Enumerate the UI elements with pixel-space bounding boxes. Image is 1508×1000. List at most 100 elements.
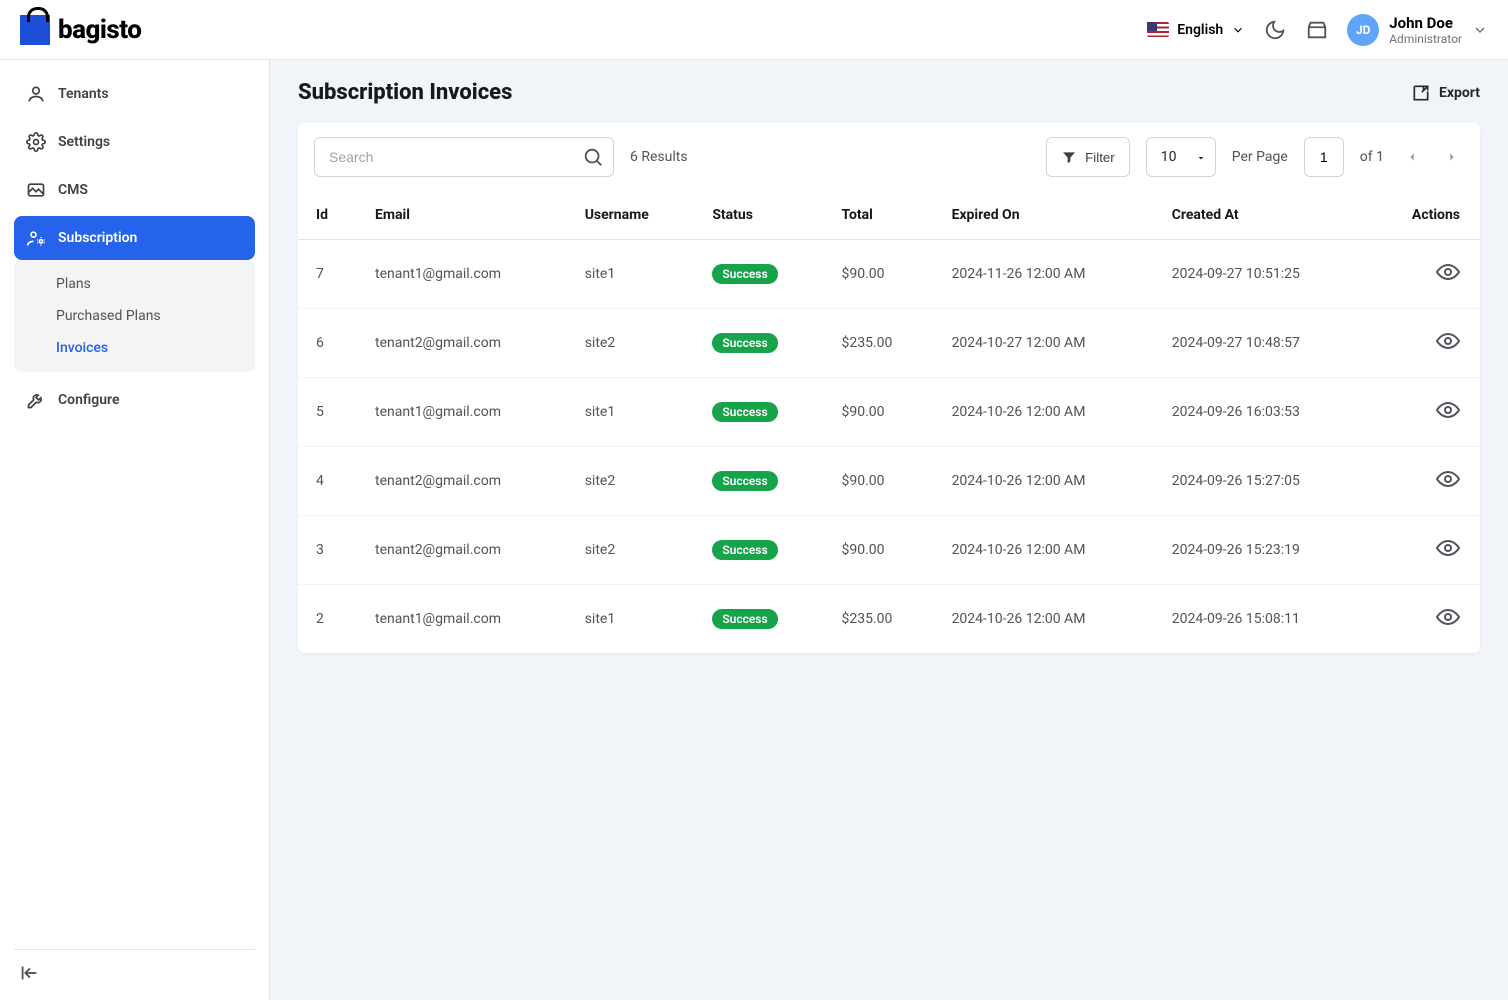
page-size-select[interactable]: 10 <box>1146 137 1216 177</box>
cell-actions <box>1368 378 1480 447</box>
page-title: Subscription Invoices <box>298 80 512 105</box>
cell-total: $90.00 <box>826 447 936 516</box>
eye-icon <box>1436 467 1460 491</box>
cell-id: 2 <box>298 585 359 654</box>
bag-icon <box>20 15 50 45</box>
cell-username: site2 <box>569 447 697 516</box>
visit-store-button[interactable] <box>1305 18 1329 42</box>
col-total[interactable]: Total <box>826 191 936 240</box>
export-label: Export <box>1439 85 1480 101</box>
subnav-item-invoices[interactable]: Invoices <box>18 332 251 364</box>
col-status[interactable]: Status <box>696 191 825 240</box>
brand-name: bagisto <box>58 15 141 45</box>
cell-username: site1 <box>569 378 697 447</box>
collapse-icon <box>18 962 40 984</box>
view-button[interactable] <box>1436 467 1460 491</box>
sidebar-item-configure[interactable]: Configure <box>14 378 255 422</box>
language-switcher[interactable]: English <box>1147 22 1245 38</box>
cell-email: tenant1@gmail.com <box>359 585 569 654</box>
cell-status: Success <box>696 309 825 378</box>
eye-icon <box>1436 260 1460 284</box>
caret-down-icon <box>1195 152 1207 164</box>
col-email[interactable]: Email <box>359 191 569 240</box>
eye-icon <box>1436 329 1460 353</box>
cell-status: Success <box>696 447 825 516</box>
cell-expired: 2024-11-26 12:00 AM <box>936 240 1156 309</box>
search-icon[interactable] <box>582 146 604 168</box>
subnav-item-purchased-plans[interactable]: Purchased Plans <box>18 300 251 332</box>
prev-page-button[interactable] <box>1400 145 1424 169</box>
search-input[interactable] <box>314 137 614 177</box>
storefront-icon <box>1306 19 1328 41</box>
status-badge: Success <box>712 540 777 560</box>
image-icon <box>26 180 46 200</box>
user-role: Administrator <box>1389 32 1462 46</box>
sidebar-item-subscription[interactable]: Subscription <box>14 216 255 260</box>
cell-actions <box>1368 240 1480 309</box>
table-row: 6tenant2@gmail.comsite2Success$235.00202… <box>298 309 1480 378</box>
export-button[interactable]: Export <box>1411 83 1480 103</box>
cell-created: 2024-09-26 15:08:11 <box>1156 585 1369 654</box>
moon-icon <box>1264 19 1286 41</box>
cell-status: Success <box>696 585 825 654</box>
view-button[interactable] <box>1436 329 1460 353</box>
page-number-input[interactable] <box>1304 137 1344 177</box>
user-name: John Doe <box>1389 14 1462 32</box>
avatar: JD <box>1347 14 1379 46</box>
sidebar-item-label: Subscription <box>58 230 137 246</box>
eye-icon <box>1436 398 1460 422</box>
col-expired[interactable]: Expired On <box>936 191 1156 240</box>
cell-created: 2024-09-27 10:51:25 <box>1156 240 1369 309</box>
next-page-button[interactable] <box>1440 145 1464 169</box>
col-created[interactable]: Created At <box>1156 191 1369 240</box>
table-header-row: Id Email Username Status Total Expired O… <box>298 191 1480 240</box>
cell-email: tenant2@gmail.com <box>359 447 569 516</box>
results-count: 6 Results <box>630 149 688 165</box>
cell-actions <box>1368 585 1480 654</box>
page-size-value: 10 <box>1161 149 1177 165</box>
cell-expired: 2024-10-27 12:00 AM <box>936 309 1156 378</box>
cell-total: $235.00 <box>826 585 936 654</box>
filter-button[interactable]: Filter <box>1046 137 1130 177</box>
sidebar-item-cms[interactable]: CMS <box>14 168 255 212</box>
cell-status: Success <box>696 516 825 585</box>
col-id[interactable]: Id <box>298 191 359 240</box>
cell-email: tenant2@gmail.com <box>359 309 569 378</box>
dark-mode-toggle[interactable] <box>1263 18 1287 42</box>
chevron-right-icon <box>1445 150 1459 164</box>
cell-username: site2 <box>569 516 697 585</box>
sidebar-collapse-button[interactable] <box>18 962 40 984</box>
eye-icon <box>1436 605 1460 629</box>
cell-created: 2024-09-26 16:03:53 <box>1156 378 1369 447</box>
chevron-down-icon <box>1472 22 1488 38</box>
col-username[interactable]: Username <box>569 191 697 240</box>
chevron-left-icon <box>1405 150 1419 164</box>
cell-created: 2024-09-27 10:48:57 <box>1156 309 1369 378</box>
user-menu[interactable]: JD John Doe Administrator <box>1347 14 1488 46</box>
sidebar-item-settings[interactable]: Settings <box>14 120 255 164</box>
cell-total: $90.00 <box>826 240 936 309</box>
brand-logo[interactable]: bagisto <box>20 15 141 45</box>
table-row: 3tenant2@gmail.comsite2Success$90.002024… <box>298 516 1480 585</box>
cell-total: $235.00 <box>826 309 936 378</box>
sidebar-item-tenants[interactable]: Tenants <box>14 72 255 116</box>
view-button[interactable] <box>1436 536 1460 560</box>
subnav-item-plans[interactable]: Plans <box>18 268 251 300</box>
view-button[interactable] <box>1436 260 1460 284</box>
export-icon <box>1411 83 1431 103</box>
cell-id: 4 <box>298 447 359 516</box>
cell-id: 5 <box>298 378 359 447</box>
cell-expired: 2024-10-26 12:00 AM <box>936 378 1156 447</box>
page-of-text: of 1 <box>1360 149 1384 165</box>
cell-username: site2 <box>569 309 697 378</box>
view-button[interactable] <box>1436 398 1460 422</box>
status-badge: Success <box>712 264 777 284</box>
status-badge: Success <box>712 471 777 491</box>
cell-total: $90.00 <box>826 516 936 585</box>
sidebar-item-label: Tenants <box>58 86 109 102</box>
sidebar: Tenants Settings CMS Subscription Plans … <box>0 60 270 1000</box>
view-button[interactable] <box>1436 605 1460 629</box>
table-row: 7tenant1@gmail.comsite1Success$90.002024… <box>298 240 1480 309</box>
cell-id: 3 <box>298 516 359 585</box>
cell-id: 7 <box>298 240 359 309</box>
